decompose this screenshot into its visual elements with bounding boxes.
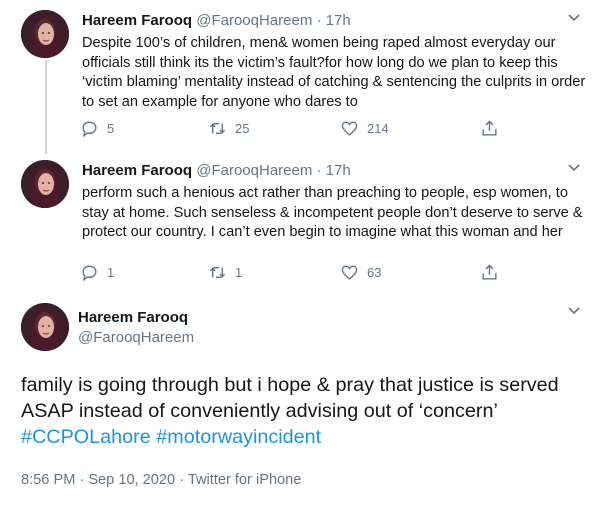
chevron-down-icon[interactable] <box>567 306 581 316</box>
retweet-count: 25 <box>235 120 250 136</box>
like-button[interactable]: 63 <box>340 262 381 282</box>
tweet-text-plain: family is going through but i hope & pra… <box>21 374 559 422</box>
tweet-header: Hareem Farooq @FarooqHareem · 17h <box>82 12 351 29</box>
author-handle[interactable]: @FarooqHareem <box>78 328 194 348</box>
chevron-down-icon[interactable] <box>567 163 581 173</box>
retweet-icon <box>209 122 226 134</box>
reply-button[interactable]: 1 <box>80 262 114 282</box>
tweet-text: perform such a henious act rather than p… <box>82 185 583 241</box>
author-name[interactable]: Hareem Farooq <box>82 12 192 29</box>
separator: · <box>316 12 322 29</box>
like-button[interactable]: 214 <box>340 118 389 138</box>
reply-button[interactable]: 5 <box>80 118 114 138</box>
author-name[interactable]: Hareem Farooq <box>78 308 194 328</box>
retweet-count: 1 <box>235 264 243 280</box>
chevron-down-icon[interactable] <box>567 13 581 23</box>
tweet-time[interactable]: 17h <box>326 162 351 179</box>
share-icon <box>482 263 497 280</box>
tweet-timestamp[interactable]: 8:56 PM · Sep 10, 2020 · Twitter for iPh… <box>21 472 301 488</box>
like-count: 214 <box>367 120 389 136</box>
tweet[interactable]: Hareem Farooq @FarooqHareem · 17h perfor… <box>0 150 599 292</box>
thread-line <box>45 60 47 154</box>
hashtag-link[interactable]: #CCPOLahore <box>21 426 151 448</box>
tweet-time[interactable]: 17h <box>326 12 351 29</box>
reply-icon <box>82 120 97 137</box>
retweet-button[interactable]: 25 <box>208 118 249 138</box>
main-tweet[interactable]: Hareem Farooq @FarooqHareem family is go… <box>0 292 599 506</box>
separator: · <box>316 162 322 179</box>
author-block: Hareem Farooq @FarooqHareem <box>78 308 194 348</box>
share-button[interactable] <box>480 118 499 138</box>
like-count: 63 <box>367 264 382 280</box>
retweet-icon <box>209 266 226 278</box>
hashtag-link[interactable]: #motorwayincident <box>156 426 321 448</box>
reply-icon <box>82 264 97 281</box>
avatar[interactable] <box>21 10 69 58</box>
tweet-text: family is going through but i hope & pra… <box>21 372 586 450</box>
heart-icon <box>341 120 358 136</box>
avatar[interactable] <box>21 303 69 351</box>
share-button[interactable] <box>480 262 499 282</box>
reply-count: 1 <box>107 264 115 280</box>
author-handle[interactable]: @FarooqHareem <box>196 162 312 179</box>
tweet-actions: 5 25 214 <box>80 118 510 138</box>
retweet-button[interactable]: 1 <box>208 262 242 282</box>
author-handle[interactable]: @FarooqHareem <box>196 12 312 29</box>
reply-count: 5 <box>107 120 115 136</box>
avatar[interactable] <box>21 160 69 208</box>
share-icon <box>482 119 497 136</box>
tweet-text: Despite 100’s of children, men& women be… <box>82 35 586 110</box>
author-name[interactable]: Hareem Farooq <box>82 162 192 179</box>
heart-icon <box>341 264 358 280</box>
tweet[interactable]: Hareem Farooq @FarooqHareem · 17h Despit… <box>0 0 599 154</box>
tweet-actions: 1 1 63 <box>80 262 510 282</box>
tweet-header: Hareem Farooq @FarooqHareem · 17h <box>82 162 351 179</box>
